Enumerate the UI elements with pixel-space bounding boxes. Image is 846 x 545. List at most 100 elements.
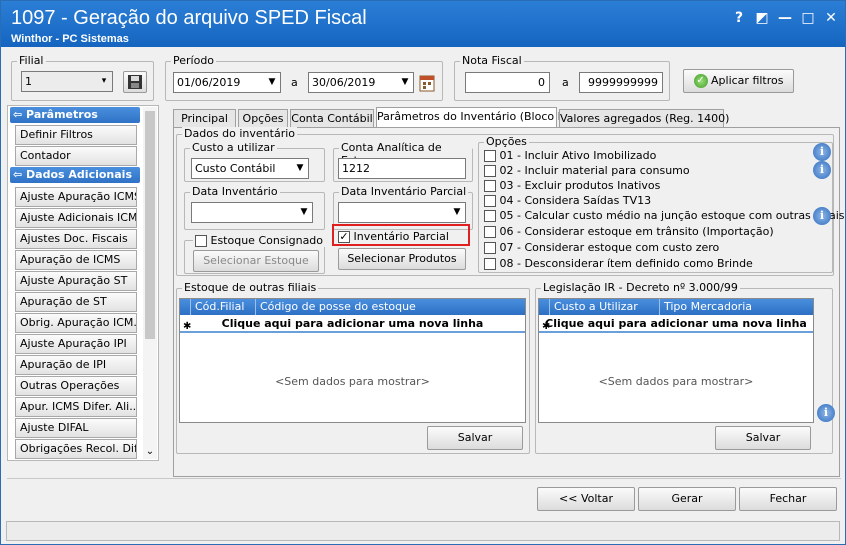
sidebar-item-definir-filtros[interactable]: Definir Filtros (15, 125, 137, 145)
data-inventario-parcial-label: Data Inventário Parcial (339, 185, 469, 198)
estoque-consignado-checkbox[interactable]: Estoque Consignado (193, 234, 326, 247)
add-row[interactable]: ✱ Clique aqui para adicionar uma nova li… (180, 315, 525, 333)
sidebar-item[interactable]: Apuração de IPI (15, 355, 137, 375)
option-01[interactable]: 01 - Incluir Ativo Imobilizado (484, 149, 656, 162)
chevron-down-icon[interactable]: ⌄ (143, 446, 157, 457)
option-07[interactable]: 07 - Considerar estoque com custo zero (484, 241, 719, 254)
close-icon[interactable]: ✕ (821, 9, 841, 27)
data-inventario-parcial-field[interactable]: ▼ (338, 202, 466, 223)
selecionar-produtos-button[interactable]: Selecionar Produtos (338, 248, 466, 270)
help-icon[interactable]: ? (729, 9, 749, 27)
option-04[interactable]: 04 - Considera Saídas TV13 (484, 194, 651, 207)
sidebar-item[interactable]: Ajuste Apuração ST (15, 271, 137, 291)
option-03[interactable]: 03 - Excluir produtos Inativos (484, 179, 660, 192)
estoque-filiais-label: Estoque de outras filiais (182, 281, 319, 294)
add-row[interactable]: ✱ Clique aqui para adicionar uma nova li… (539, 315, 813, 333)
estoque-filiais-grid[interactable]: Cód.Filial Código de posse do estoque ✱ … (179, 298, 526, 423)
conta-field[interactable]: 1212 (338, 158, 466, 179)
info-icon[interactable]: i (813, 207, 831, 225)
scrollbar-thumb[interactable] (145, 111, 155, 339)
sidebar-item[interactable]: Obrig. Apuração ICM... (15, 313, 137, 333)
checkbox-icon (484, 242, 496, 254)
sidebar-item[interactable]: Apuração de ICMS (15, 250, 137, 270)
sidebar-item[interactable]: Ajuste Apuração ICMS (15, 187, 137, 207)
maximize-icon[interactable]: □ (798, 9, 818, 27)
nota-to-field[interactable]: 9999999999 (579, 72, 663, 93)
checkbox-icon (484, 195, 496, 207)
column-header[interactable]: Código de posse do estoque (255, 299, 525, 315)
calendar-icon[interactable] (418, 72, 436, 93)
date-from-field[interactable]: 01/06/2019 ▼ (173, 72, 281, 93)
info-icon[interactable]: i (813, 143, 831, 161)
sidebar-scrollbar[interactable]: ⌄ (143, 107, 157, 459)
salvar-legislacao-button[interactable]: Salvar (715, 426, 811, 450)
checkbox-icon (484, 210, 496, 222)
sidebar-item[interactable]: Ajuste DIFAL (15, 418, 137, 438)
status-bar (6, 521, 840, 541)
chevron-down-icon[interactable]: ▼ (449, 203, 465, 222)
save-icon[interactable] (123, 71, 147, 93)
nota-from-field[interactable]: 0 (465, 72, 550, 93)
tab-conta-contabil[interactable]: Conta Contábil (290, 109, 374, 128)
apply-filters-button[interactable]: ✓ Aplicar filtros (683, 69, 794, 93)
minimize-icon[interactable]: — (775, 9, 795, 27)
info-icon[interactable]: i (817, 404, 835, 422)
sidebar-item[interactable]: Obrigações Recol. Difal (15, 439, 137, 459)
tab-opcoes[interactable]: Opções (238, 109, 288, 128)
fechar-button[interactable]: Fechar (739, 487, 837, 511)
inventario-parcial-label: Inventário Parcial (353, 230, 449, 243)
sidebar-header-parametros[interactable]: ⇦ Parâmetros (10, 107, 140, 123)
salvar-filiais-button[interactable]: Salvar (427, 426, 523, 450)
option-05[interactable]: 05 - Calcular custo médio na junção esto… (484, 209, 845, 222)
sidebar-item[interactable]: Apur. ICMS Difer. Ali... (15, 397, 137, 417)
option-label: 07 - Considerar estoque com custo zero (499, 241, 720, 254)
custo-select[interactable]: Custo Contábil ▼ (191, 158, 309, 179)
chevron-down-icon[interactable]: ▼ (296, 203, 312, 222)
sidebar-header-dados[interactable]: ⇦ Dados Adicionais (10, 167, 140, 183)
column-header[interactable]: Custo a Utilizar (549, 299, 659, 315)
sidebar-item[interactable]: Ajustes Doc. Fiscais (15, 229, 137, 249)
grid-header: Custo a Utilizar Tipo Mercadoria (539, 299, 813, 315)
chevron-down-icon[interactable]: ▼ (397, 73, 413, 92)
voltar-button[interactable]: << Voltar (537, 487, 635, 511)
periodo-label: Período (171, 54, 217, 67)
grid-header: Cód.Filial Código de posse do estoque (180, 299, 525, 315)
sidebar-item[interactable]: Apuração de ST (15, 292, 137, 312)
empty-message: <Sem dados para mostrar> (275, 375, 430, 388)
apply-filters-label: Aplicar filtros (711, 74, 784, 87)
option-08[interactable]: 08 - Desconsiderar ítem definido como Br… (484, 257, 753, 270)
date-to-value: 30/06/2019 (312, 76, 376, 89)
chevron-down-icon[interactable]: ▼ (264, 73, 280, 92)
tab-parametros-inventario[interactable]: Parâmetros do Inventário (Bloco H) (376, 107, 570, 128)
filial-select[interactable]: 1 ▾ (21, 71, 113, 92)
sidebar-item-contador[interactable]: Contador (15, 146, 137, 166)
sidebar-item[interactable]: Ajuste Adicionais ICMS (15, 208, 137, 228)
restore-layout-icon[interactable]: ◩ (752, 9, 772, 27)
check-icon: ✓ (693, 74, 708, 88)
tab-valores-agregados[interactable]: Valores agregados (Reg. 1400) (559, 109, 729, 128)
gerar-button[interactable]: Gerar (638, 487, 736, 511)
option-06[interactable]: 06 - Considerar estoque em trânsito (Imp… (484, 225, 774, 238)
option-label: 01 - Incluir Ativo Imobilizado (499, 149, 657, 162)
inventario-parcial-checkbox[interactable]: ✓ Inventário Parcial (338, 230, 449, 243)
option-02[interactable]: 02 - Incluir material para consumo (484, 164, 690, 177)
selecionar-estoque-button[interactable]: Selecionar Estoque (193, 250, 319, 272)
opcoes-label: Opções (484, 135, 529, 148)
legislacao-grid[interactable]: Custo a Utilizar Tipo Mercadoria ✱ Cliqu… (538, 298, 814, 423)
checkbox-icon (484, 258, 496, 270)
new-row-icon: ✱ (542, 321, 551, 332)
data-inventario-field[interactable]: ▼ (191, 202, 313, 223)
nota-fiscal-label: Nota Fiscal (460, 54, 524, 67)
column-header[interactable]: Tipo Mercadoria (659, 299, 813, 315)
column-header[interactable]: Cód.Filial (190, 299, 255, 315)
arrow-icon: ⇦ (13, 168, 27, 181)
option-label: 02 - Incluir material para consumo (499, 164, 690, 177)
date-to-field[interactable]: 30/06/2019 ▼ (308, 72, 414, 93)
option-label: 06 - Considerar estoque em trânsito (Imp… (499, 225, 774, 238)
tab-principal[interactable]: Principal (173, 109, 236, 128)
sidebar-item[interactable]: Outras Operações (15, 376, 137, 396)
chevron-down-icon[interactable]: ▼ (292, 159, 308, 178)
info-icon[interactable]: i (813, 161, 831, 179)
add-row-label: Clique aqui para adicionar uma nova linh… (221, 317, 484, 330)
sidebar-item[interactable]: Ajuste Apuração IPI (15, 334, 137, 354)
